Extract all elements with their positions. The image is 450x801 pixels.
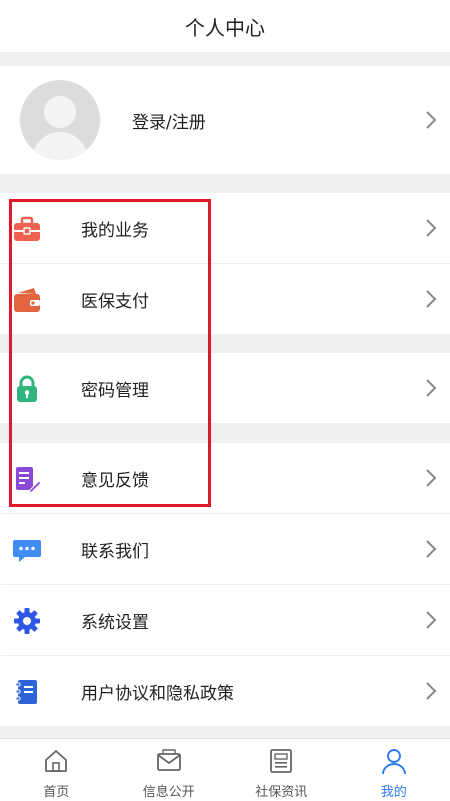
menu-label: 联系我们 (81, 514, 149, 584)
menu-item-my-business[interactable]: 我的业务 (0, 193, 450, 263)
tab-label: 信息公开 (143, 781, 195, 800)
menu-label: 系统设置 (81, 585, 149, 655)
home-icon (42, 747, 70, 775)
login-register-row[interactable]: 登录/注册 (0, 66, 450, 174)
menu-label: 密码管理 (81, 353, 149, 423)
menu-item-privacy[interactable]: 用户协议和隐私政策 (0, 656, 450, 726)
page-title: 个人中心 (185, 12, 265, 41)
briefcase-icon (12, 214, 42, 244)
tab-home[interactable]: 首页 (0, 739, 113, 801)
menu-item-contact[interactable]: 联系我们 (0, 514, 450, 584)
bottom-tab-bar: 首页 信息公开 社保资讯 我的 (0, 738, 450, 801)
tab-label: 社保资讯 (255, 781, 307, 800)
newspaper-icon (267, 747, 295, 775)
gear-icon (12, 606, 42, 636)
edit-document-icon (12, 464, 42, 494)
avatar[interactable] (20, 80, 100, 160)
chat-bubble-icon (12, 535, 42, 565)
chevron-right-icon (424, 377, 438, 399)
menu-item-medical-pay[interactable]: 医保支付 (0, 264, 450, 334)
lock-icon (12, 374, 42, 404)
menu-item-password[interactable]: 密码管理 (0, 353, 450, 423)
menu-label: 医保支付 (81, 264, 149, 334)
chevron-right-icon (424, 680, 438, 702)
user-icon (380, 747, 408, 775)
chevron-right-icon (424, 609, 438, 631)
tab-news[interactable]: 社保资讯 (225, 739, 338, 801)
tab-label: 我的 (381, 781, 407, 800)
tab-info[interactable]: 信息公开 (113, 739, 226, 801)
menu-item-feedback[interactable]: 意见反馈 (0, 443, 450, 513)
menu-label: 意见反馈 (81, 443, 149, 513)
login-register-label: 登录/注册 (132, 66, 206, 174)
chevron-right-icon (424, 538, 438, 560)
menu-label: 我的业务 (81, 193, 149, 263)
chevron-right-icon (424, 467, 438, 489)
tab-mine[interactable]: 我的 (338, 739, 450, 801)
tab-label: 首页 (43, 781, 69, 800)
menu-label: 用户协议和隐私政策 (81, 656, 234, 726)
page-header: 个人中心 (0, 0, 450, 52)
mail-icon (155, 747, 183, 775)
chevron-right-icon (424, 288, 438, 310)
book-icon (12, 677, 42, 707)
menu-item-settings[interactable]: 系统设置 (0, 585, 450, 655)
wallet-icon (12, 285, 42, 315)
chevron-right-icon (424, 217, 438, 239)
chevron-right-icon (424, 109, 438, 131)
